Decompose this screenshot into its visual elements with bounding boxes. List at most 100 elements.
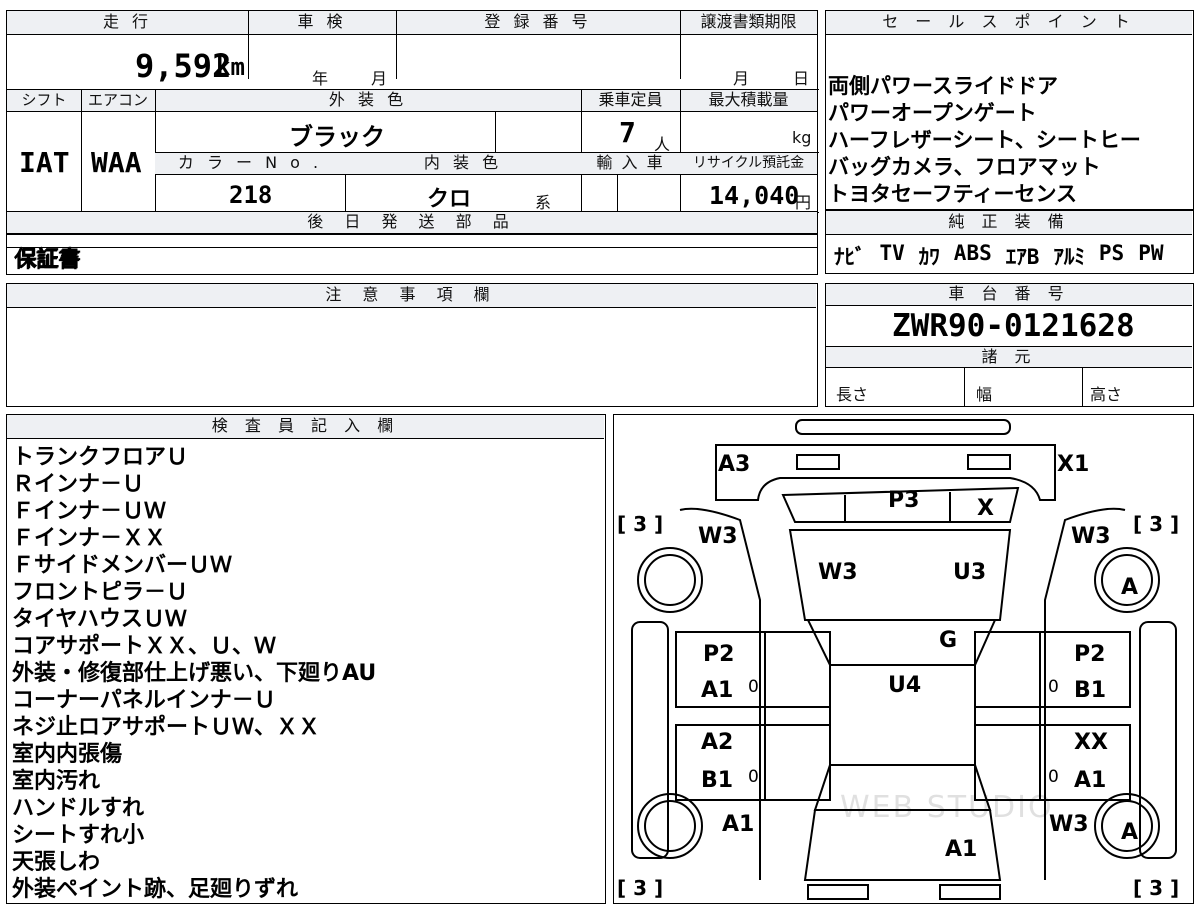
sales-point: 両側パワースライドドア bbox=[828, 74, 1058, 98]
equipment-item: ﾅﾋﾞ bbox=[834, 245, 866, 269]
inspector-note: Ｆインナ－ＸＸ bbox=[12, 526, 167, 551]
sales-point: ハーフレザーシート、シートヒー bbox=[828, 128, 1141, 152]
mark-door-fl-top: A2 bbox=[701, 730, 734, 755]
shift-value: IAT bbox=[19, 146, 70, 179]
mark-center: U4 bbox=[888, 673, 922, 698]
shift-header: シフト bbox=[7, 90, 81, 112]
mark-rear-glass: X bbox=[977, 496, 994, 521]
mark-tire-rear-right: A bbox=[1121, 575, 1139, 600]
mark-rear-right: X1 bbox=[1057, 452, 1090, 477]
inspector-note: 室内内張傷 bbox=[12, 742, 123, 767]
equipment-item: TV bbox=[879, 241, 905, 265]
mark-roof-right: U3 bbox=[953, 560, 987, 585]
inspection-month: 月 bbox=[371, 69, 388, 88]
spec-length: 長さ bbox=[836, 385, 869, 404]
mark-rear-left: A3 bbox=[718, 452, 751, 477]
mark-door-rr-top: P2 bbox=[1074, 642, 1106, 667]
spec-height: 高さ bbox=[1090, 385, 1123, 404]
aircon-value: WAA bbox=[91, 146, 142, 179]
transfer-day: 日 bbox=[793, 69, 810, 88]
inspector-note: 外装ペイント跡、足廻りずれ bbox=[12, 877, 299, 902]
deferred-parts-text: 保証書 bbox=[14, 248, 81, 273]
transfer-deadline-header: 譲渡書類期限 bbox=[680, 11, 817, 35]
notes-block: 注 意 事 項 欄 bbox=[6, 283, 818, 407]
mark-door-rl-top: P2 bbox=[703, 642, 735, 667]
recycle-fee-header: リサイクル預託金 bbox=[680, 153, 817, 175]
recycle-fee-unit: 円 bbox=[795, 193, 812, 212]
inspection-header: 車 検 bbox=[248, 11, 396, 35]
sales-point: バッグカメラ、フロアマット bbox=[828, 155, 1101, 179]
capacity-value: 7 bbox=[619, 116, 636, 149]
sales-point: トヨタセーフティーセンス bbox=[828, 182, 1078, 206]
mark-door-fl-bottom: B1 bbox=[701, 768, 734, 793]
aircon-header: エアコン bbox=[81, 90, 155, 112]
inspector-note: Ｒインナ－Ｕ bbox=[12, 472, 145, 497]
chassis-number: ZWR90-0121628 bbox=[892, 308, 1135, 344]
max-load-unit: kg bbox=[792, 128, 812, 147]
inspector-note: ネジ止ロアサポートＵＷ、ＸＸ bbox=[12, 715, 321, 740]
interior-color-value: クロ bbox=[427, 187, 472, 212]
mark-quarter-left: W3 bbox=[698, 524, 738, 549]
color-no-value: 218 bbox=[229, 181, 273, 209]
zero-fl: 0 bbox=[748, 767, 759, 787]
inspector-note: 天張しわ bbox=[12, 850, 101, 875]
inspector-note: コアサポートＸＸ、Ｕ、Ｗ bbox=[12, 634, 277, 659]
zero-rl: 0 bbox=[748, 677, 759, 697]
mark-door-rl-bottom: A1 bbox=[701, 678, 734, 703]
inspector-notes-list: トランクフロアＵ Ｒインナ－Ｕ Ｆインナ－ＵＷ Ｆインナ－ＸＸ Ｆサイドメンバー… bbox=[12, 444, 376, 903]
inspector-note: 室内汚れ bbox=[12, 769, 101, 794]
mark-hood: A1 bbox=[945, 837, 978, 862]
max-load-header: 最大積載量 bbox=[680, 90, 817, 112]
registration-header: 登 録 番 号 bbox=[396, 11, 680, 35]
deferred-parts-header-bar: 後 日 発 送 部 品 bbox=[7, 212, 817, 234]
equipment-item: PW bbox=[1138, 241, 1164, 265]
equipment-item: ABS bbox=[953, 241, 992, 265]
mark-quarter-right: W3 bbox=[1071, 524, 1111, 549]
mark-door-rr-bottom: B1 bbox=[1074, 678, 1107, 703]
mark-door-fr-top: XX bbox=[1074, 730, 1108, 755]
mark-tire-front-right: A bbox=[1121, 820, 1139, 845]
recycle-fee-value: 14,040 bbox=[709, 181, 800, 210]
color-no-header: カ ラ ー N o . bbox=[155, 153, 345, 175]
bracket-front-right: [ 3 ] bbox=[1133, 876, 1180, 900]
inspector-note: 外装・修復部仕上げ悪い、下廻りAU bbox=[12, 661, 377, 686]
equipment-item: ｱﾙﾐ bbox=[1053, 245, 1085, 269]
sales-point: パワーオープンゲート bbox=[828, 101, 1037, 125]
inspector-note: シートすれ小 bbox=[12, 823, 145, 848]
equipment-item: ｶﾜ bbox=[918, 245, 940, 269]
import-header: 輸 入 車 bbox=[581, 153, 680, 175]
inspection-year: 年 bbox=[312, 69, 329, 88]
mark-fender-right: W3 bbox=[1049, 812, 1089, 837]
zero-fr: 0 bbox=[1048, 767, 1059, 787]
interior-color-header: 内 装 色 bbox=[345, 153, 581, 175]
specs-header: 諸 元 bbox=[826, 346, 1192, 368]
mileage-header: 走 行 bbox=[7, 11, 248, 35]
equipment-item: ｴｱB bbox=[1005, 245, 1040, 269]
watermark: WEB STUDIO bbox=[840, 790, 1054, 825]
inspector-note: フロントピラ－Ｕ bbox=[12, 580, 189, 605]
interior-color-suffix: 系 bbox=[535, 193, 552, 212]
mark-rear-panel: P3 bbox=[888, 488, 920, 513]
mileage-unit: km bbox=[216, 53, 245, 81]
mark-sunroof: G bbox=[939, 628, 958, 653]
capacity-header: 乗車定員 bbox=[581, 90, 680, 112]
bracket-front-left: [ 3 ] bbox=[617, 876, 664, 900]
mark-door-fr-bottom: A1 bbox=[1074, 768, 1107, 793]
sales-points-block: セ ー ル ス ポ イ ン ト 両側パワースライドドア パワーオープンゲート ハ… bbox=[825, 10, 1194, 210]
chassis-header: 車 台 番 号 bbox=[826, 284, 1192, 306]
mark-roof-left: W3 bbox=[818, 560, 858, 585]
bracket-rear-left: [ 3 ] bbox=[617, 512, 664, 536]
bracket-rear-right: [ 3 ] bbox=[1133, 512, 1180, 536]
spec-width: 幅 bbox=[976, 385, 993, 404]
equipment-item: PS bbox=[1098, 241, 1125, 265]
equipment-header: 純 正 装 備 bbox=[826, 211, 1192, 235]
transfer-month: 月 bbox=[733, 69, 750, 88]
notes-header: 注 意 事 項 欄 bbox=[7, 284, 816, 308]
inspector-header: 検 査 員 記 入 欄 bbox=[7, 415, 604, 439]
zero-rr: 0 bbox=[1048, 677, 1059, 697]
sales-points-header: セ ー ル ス ポ イ ン ト bbox=[826, 11, 1192, 35]
inspector-note: ハンドルすれ bbox=[12, 796, 145, 821]
inspector-note: ＦサイドメンバーＵＷ bbox=[12, 553, 233, 578]
inspector-note: タイヤハウスＵＷ bbox=[12, 607, 187, 632]
mark-fender-left: A1 bbox=[722, 812, 755, 837]
